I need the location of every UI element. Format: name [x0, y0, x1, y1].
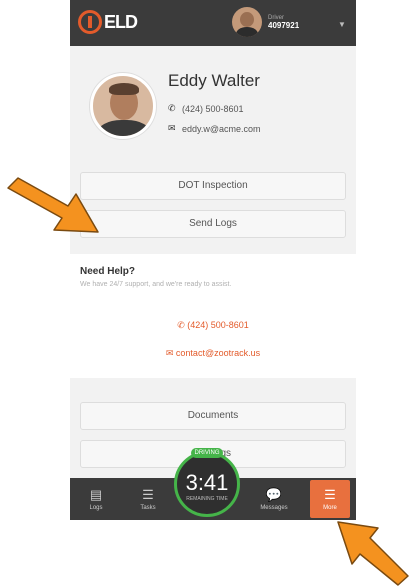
help-title: Need Help? [80, 266, 136, 277]
help-section: Need Help? We have 24/7 support, and we'… [70, 254, 356, 378]
profile-phone-row: ✆ (424) 500-8601 [168, 103, 244, 114]
send-logs-button[interactable]: Send Logs [80, 210, 346, 238]
avatar-hair [109, 83, 139, 95]
help-subtitle: We have 24/7 support, and we're ready to… [80, 281, 232, 288]
timer-time: 3:41 [185, 470, 229, 495]
hos-timer[interactable]: DRIVING 3:41 REMAINING TIME [174, 448, 240, 517]
tab-logs-label: Logs [89, 504, 103, 511]
timer-status-badge: DRIVING [191, 448, 223, 458]
profile-email-row: ✉ eddy.w@acme.com [168, 123, 261, 134]
envelope-icon: ✉ [168, 123, 176, 133]
tab-messages[interactable]: 💬 Messages [248, 478, 300, 520]
documents-button[interactable]: Documents [80, 402, 346, 430]
logo-text: ELD [104, 11, 138, 32]
header-user-menu[interactable]: Driver 4097921 [232, 7, 299, 37]
dot-inspection-button[interactable]: DOT Inspection [80, 172, 346, 200]
avatar-shirt [97, 120, 151, 136]
avatar [90, 73, 156, 139]
envelope-icon: ✉ [165, 348, 176, 358]
hamburger-menu-icon: ☰ [324, 486, 336, 502]
header-user-text: Driver 4097921 [268, 15, 299, 30]
profile-email: eddy.w@acme.com [182, 123, 261, 134]
profile-card: Eddy Walter ✆ (424) 500-8601 ✉ eddy.w@ac… [80, 52, 346, 162]
timer-label: REMAINING TIME [186, 496, 228, 502]
tab-more[interactable]: ☰ More [310, 480, 350, 518]
chevron-down-icon[interactable]: ▼ [338, 20, 346, 29]
tab-more-label: More [323, 504, 337, 511]
phone-icon: ✆ [168, 103, 176, 113]
help-email-link[interactable]: ✉ contact@zootrack.us [70, 348, 356, 359]
help-email-text: contact@zootrack.us [175, 348, 261, 358]
tasks-icon: ☰ [142, 486, 154, 502]
tab-logs[interactable]: ▤ Logs [74, 478, 118, 520]
app-logo[interactable]: ELD [78, 10, 138, 34]
chat-bubble-icon: 💬 [265, 486, 283, 502]
annotation-arrow-icon [337, 521, 409, 586]
annotation-arrow-icon [7, 177, 99, 233]
logs-icon: ▤ [89, 486, 103, 502]
help-phone-link[interactable]: ✆ (424) 500-8601 [70, 320, 356, 331]
help-phone-text: (424) 500-8601 [187, 320, 249, 330]
app-header: ELD Driver 4097921 ▼ [70, 0, 356, 46]
profile-phone: (424) 500-8601 [182, 103, 244, 114]
phone-icon: ✆ [177, 320, 188, 330]
driver-name: Eddy Walter [168, 71, 260, 90]
tab-messages-label: Messages [260, 504, 288, 511]
screenshot-stage: ELD Driver 4097921 ▼ Eddy Walter ✆ (424)… [0, 0, 412, 587]
header-avatar [232, 7, 262, 37]
app-screen: ELD Driver 4097921 ▼ Eddy Walter ✆ (424)… [70, 0, 356, 520]
tab-tasks[interactable]: ☰ Tasks [126, 478, 170, 520]
tab-tasks-label: Tasks [140, 504, 156, 511]
header-user-id: 4097921 [268, 20, 300, 30]
logo-icon [78, 10, 102, 34]
